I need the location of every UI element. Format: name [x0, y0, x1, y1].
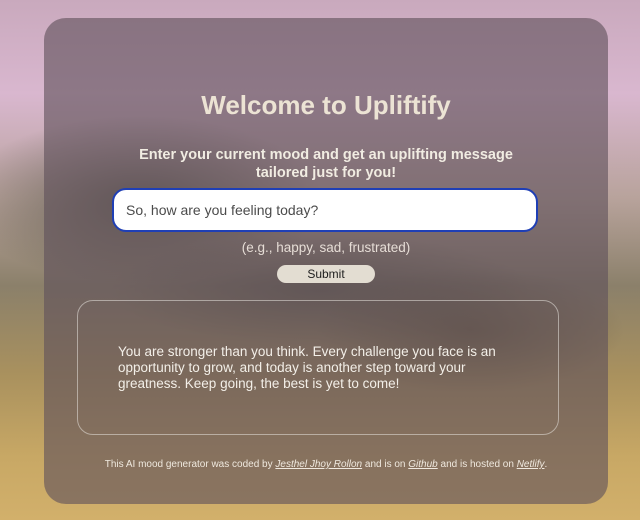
footer-text: and is on	[362, 459, 409, 470]
footer-text: .	[544, 459, 548, 470]
mood-input[interactable]	[112, 188, 538, 232]
netlify-link[interactable]: Netlify	[517, 459, 545, 470]
footer-text: and is hosted on	[437, 459, 517, 470]
message-box: You are stronger than you think. Every c…	[77, 300, 559, 435]
author-link[interactable]: Jesthel Jhoy Rollon	[275, 459, 362, 470]
footer-text: This AI mood generator was coded by	[104, 459, 276, 470]
page-subtitle: Enter your current mood and get an uplif…	[139, 147, 513, 181]
uplifting-message: You are stronger than you think. Every c…	[118, 344, 496, 391]
footer: This AI mood generator was coded by Jest…	[44, 459, 608, 470]
input-hint: (e.g., happy, sad, frustrated)	[241, 240, 411, 255]
main-card: Welcome to Upliftify Enter your current …	[44, 18, 608, 504]
github-link[interactable]: Github	[408, 459, 437, 470]
submit-button[interactable]: Submit	[277, 265, 375, 283]
page-title: Welcome to Upliftify	[201, 90, 451, 120]
